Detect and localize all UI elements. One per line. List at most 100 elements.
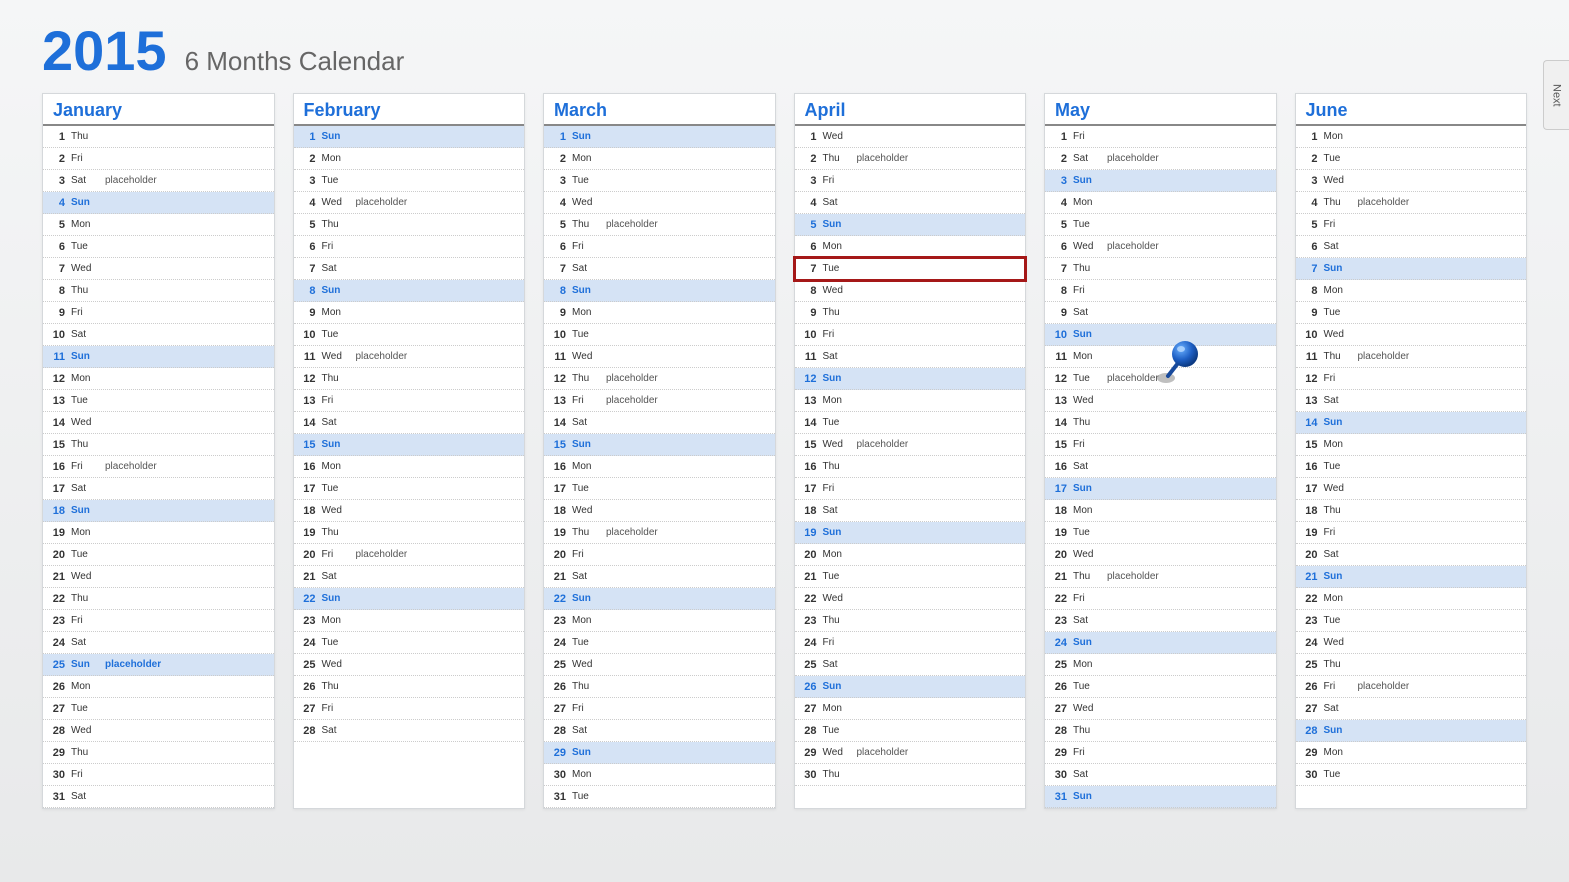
day-row[interactable]: 13Friplaceholder [544, 390, 775, 412]
day-row[interactable]: 6Wedplaceholder [1045, 236, 1276, 258]
day-row[interactable]: 30Sat [1045, 764, 1276, 786]
day-row[interactable]: 13Mon [795, 390, 1026, 412]
day-row[interactable]: 5Sun [795, 214, 1026, 236]
day-row[interactable]: 25Wed [544, 654, 775, 676]
day-row[interactable]: 27Mon [795, 698, 1026, 720]
day-row[interactable]: 22Wed [795, 588, 1026, 610]
day-row[interactable]: 11Wed [544, 346, 775, 368]
day-row[interactable]: 2Mon [544, 148, 775, 170]
day-row[interactable]: 19Fri [1296, 522, 1527, 544]
day-row[interactable]: 22Sun [294, 588, 525, 610]
day-row[interactable]: 3Wed [1296, 170, 1527, 192]
day-row[interactable]: 17Wed [1296, 478, 1527, 500]
day-row[interactable]: 27Wed [1045, 698, 1276, 720]
day-row[interactable]: 8Sun [544, 280, 775, 302]
day-row[interactable]: 16Tue [1296, 456, 1527, 478]
day-row[interactable]: 15Mon [1296, 434, 1527, 456]
day-row[interactable]: 22Mon [1296, 588, 1527, 610]
day-row[interactable]: 13Tue [43, 390, 274, 412]
day-row[interactable]: 16Mon [544, 456, 775, 478]
day-row[interactable]: 4Mon [1045, 192, 1276, 214]
day-row[interactable]: 15Thu [43, 434, 274, 456]
day-row[interactable]: 6Fri [294, 236, 525, 258]
day-row[interactable]: 1Sun [544, 126, 775, 148]
day-row[interactable]: 31Sun [1045, 786, 1276, 808]
day-row[interactable]: 3Tue [544, 170, 775, 192]
day-row[interactable]: 6Sat [1296, 236, 1527, 258]
day-row[interactable]: 15Fri [1045, 434, 1276, 456]
day-row[interactable]: 12Sun [795, 368, 1026, 390]
day-row[interactable]: 5Tue [1045, 214, 1276, 236]
day-row[interactable]: 21Wed [43, 566, 274, 588]
day-row[interactable]: 7Wed [43, 258, 274, 280]
day-row[interactable]: 26Tue [1045, 676, 1276, 698]
day-row[interactable]: 29Wedplaceholder [795, 742, 1026, 764]
day-row[interactable]: 10Fri [795, 324, 1026, 346]
day-row[interactable]: 11Mon [1045, 346, 1276, 368]
day-row[interactable]: 13Sat [1296, 390, 1527, 412]
day-row[interactable]: 11Wedplaceholder [294, 346, 525, 368]
day-row[interactable]: 31Tue [544, 786, 775, 808]
day-row[interactable]: 18Sun [43, 500, 274, 522]
day-row[interactable]: 16Mon [294, 456, 525, 478]
day-row[interactable]: 20Wed [1045, 544, 1276, 566]
day-row[interactable]: 1Fri [1045, 126, 1276, 148]
day-row[interactable]: 9Tue [1296, 302, 1527, 324]
day-row[interactable]: 6Mon [795, 236, 1026, 258]
day-row[interactable]: 12Mon [43, 368, 274, 390]
day-row[interactable]: 21Thuplaceholder [1045, 566, 1276, 588]
day-row[interactable]: 2Fri [43, 148, 274, 170]
day-row[interactable]: 18Mon [1045, 500, 1276, 522]
day-row[interactable]: 24Sun [1045, 632, 1276, 654]
day-row[interactable]: 14Sat [294, 412, 525, 434]
day-row[interactable]: 20Sat [1296, 544, 1527, 566]
day-row[interactable]: 6Fri [544, 236, 775, 258]
day-row[interactable]: 12Fri [1296, 368, 1527, 390]
day-row[interactable]: 25Sat [795, 654, 1026, 676]
day-row[interactable]: 9Mon [544, 302, 775, 324]
day-row[interactable]: 23Tue [1296, 610, 1527, 632]
day-row[interactable]: 22Sun [544, 588, 775, 610]
day-row[interactable]: 30Tue [1296, 764, 1527, 786]
day-row[interactable]: 21Sat [544, 566, 775, 588]
day-row[interactable]: 10Tue [544, 324, 775, 346]
day-row[interactable]: 12Thu [294, 368, 525, 390]
day-row[interactable]: 3Fri [795, 170, 1026, 192]
day-row[interactable]: 22Fri [1045, 588, 1276, 610]
day-row[interactable]: 11Sun [43, 346, 274, 368]
day-row[interactable]: 29Sun [544, 742, 775, 764]
day-row[interactable]: 19Mon [43, 522, 274, 544]
day-row[interactable]: 13Fri [294, 390, 525, 412]
day-row[interactable]: 25Sunplaceholder [43, 654, 274, 676]
day-row[interactable]: 15Sun [544, 434, 775, 456]
day-row[interactable]: 28Thu [1045, 720, 1276, 742]
day-row[interactable]: 8Sun [294, 280, 525, 302]
day-row[interactable]: 30Thu [795, 764, 1026, 786]
day-row[interactable]: 10Wed [1296, 324, 1527, 346]
day-row[interactable]: 23Mon [294, 610, 525, 632]
day-row[interactable]: 4Sun [43, 192, 274, 214]
day-row[interactable]: 11Sat [795, 346, 1026, 368]
day-row[interactable]: 20Fri [544, 544, 775, 566]
day-row[interactable]: 28Sat [294, 720, 525, 742]
day-row[interactable]: 2Mon [294, 148, 525, 170]
day-row[interactable]: 15Sun [294, 434, 525, 456]
day-row[interactable]: 24Sat [43, 632, 274, 654]
day-row[interactable]: 28Sat [544, 720, 775, 742]
day-row[interactable]: 24Tue [544, 632, 775, 654]
day-row[interactable]: 26Thu [544, 676, 775, 698]
day-row[interactable]: 5Fri [1296, 214, 1527, 236]
day-row[interactable]: 28Sun [1296, 720, 1527, 742]
day-row[interactable]: 1Thu [43, 126, 274, 148]
day-row[interactable]: 25Mon [1045, 654, 1276, 676]
day-row[interactable]: 3Tue [294, 170, 525, 192]
day-row[interactable]: 21Sun [1296, 566, 1527, 588]
day-row[interactable]: 21Tue [795, 566, 1026, 588]
day-row[interactable]: 20Tue [43, 544, 274, 566]
day-row[interactable]: 4Sat [795, 192, 1026, 214]
day-row[interactable]: 4Thuplaceholder [1296, 192, 1527, 214]
day-row[interactable]: 4Wedplaceholder [294, 192, 525, 214]
day-row[interactable]: 14Sun [1296, 412, 1527, 434]
day-row[interactable]: 14Sat [544, 412, 775, 434]
day-row[interactable]: 17Tue [544, 478, 775, 500]
